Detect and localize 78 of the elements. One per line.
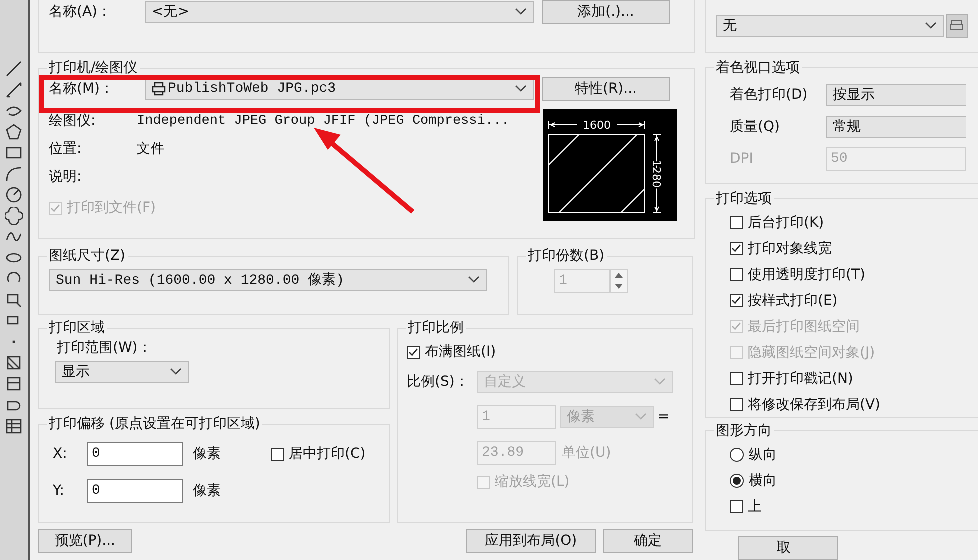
- group-title: 打印选项: [715, 190, 773, 208]
- checkbox-label: 最后打印图纸空间: [748, 318, 860, 336]
- chevron-icon: [515, 8, 527, 16]
- radio-label: 横向: [749, 472, 777, 490]
- checkbox-label: 将修改保存到布局(V): [748, 396, 881, 414]
- page-setup-dropdown[interactable]: <无>: [145, 1, 534, 23]
- group-title: 打印份数(B): [527, 247, 606, 265]
- option-dropdown[interactable]: 按显示: [826, 84, 966, 106]
- chevron-icon: [170, 368, 182, 376]
- info-label: 绘图仪:: [49, 112, 97, 130]
- spinner-arrows-icon[interactable]: [610, 269, 628, 293]
- checkbox-label: 后台打印(K): [748, 214, 824, 232]
- unit-label: 像素: [193, 482, 221, 500]
- checkbox-label: 打印到文件(F): [67, 199, 156, 217]
- group-title: 打印偏移 (原点设置在可打印区域): [48, 415, 262, 433]
- option-label: 着色打印(D): [730, 86, 809, 104]
- equals-sign: =: [658, 409, 670, 425]
- name-label: 名称(M)：: [49, 80, 116, 98]
- option-label: 质量(Q): [730, 118, 781, 136]
- radio-button[interactable]: [730, 474, 744, 488]
- info-value: 文件: [137, 140, 165, 158]
- x-offset-field[interactable]: 0: [87, 442, 183, 466]
- info-label: 位置:: [49, 140, 83, 158]
- checkbox[interactable]: [730, 372, 743, 386]
- unit-label: 单位(U): [562, 444, 612, 462]
- checkbox-label: 缩放线宽(L): [495, 473, 570, 491]
- checkbox[interactable]: [730, 216, 743, 230]
- radio-label: 纵向: [749, 446, 777, 464]
- apply-to-layout-button[interactable]: 应用到布局(O): [466, 529, 596, 553]
- plot-range-dropdown[interactable]: 显示: [55, 361, 189, 383]
- unit-label: 像素: [193, 445, 222, 463]
- edit-style-icon[interactable]: [946, 14, 968, 38]
- checkbox-label: 居中打印(C): [289, 445, 366, 463]
- name-label: 名称(A)：: [49, 3, 113, 21]
- checkbox-label: 使用透明度打印(T): [748, 266, 866, 284]
- group-title: 图纸尺寸(Z): [48, 247, 127, 265]
- preview-button[interactable]: 预览(P)...: [38, 529, 132, 553]
- checkbox[interactable]: [730, 242, 743, 256]
- checkbox-label: 按样式打印(E): [748, 292, 838, 310]
- cancel-button[interactable]: 取: [738, 536, 838, 560]
- checkbox[interactable]: [730, 268, 743, 282]
- checkbox-label: 布满图纸(I): [425, 343, 496, 361]
- info-label: 说明:: [49, 168, 83, 186]
- y-label: Y:: [53, 483, 66, 499]
- info-value: Independent JPEG Group JFIF (JPEG Compressi...: [137, 114, 510, 128]
- checkbox[interactable]: [730, 398, 743, 412]
- checkbox-label: 上: [748, 498, 762, 516]
- checkbox[interactable]: [407, 346, 420, 358]
- scale-label: 比例(S)：: [407, 373, 470, 391]
- checkbox-label: 打印对象线宽: [748, 240, 832, 258]
- printer-icon: [152, 82, 166, 96]
- chevron-icon: [654, 378, 666, 386]
- width-dimension: 1600: [583, 119, 611, 132]
- checkbox-label: 打开打印戳记(N): [748, 370, 854, 388]
- checkbox[interactable]: [271, 448, 284, 460]
- checkbox[interactable]: [730, 294, 743, 308]
- checkbox[interactable]: [730, 500, 743, 514]
- option-label: DPI: [730, 150, 754, 167]
- checkbox-label: 隐藏图纸空间对象(J): [748, 344, 876, 362]
- paper-size-dropdown[interactable]: Sun Hi-Res (1600.00 x 1280.00 像素): [49, 269, 487, 291]
- add-button[interactable]: 添加(.)...: [542, 0, 670, 24]
- radio-button[interactable]: [730, 448, 744, 462]
- option-dropdown[interactable]: 常规: [826, 116, 966, 138]
- group-title: 打印比例: [407, 319, 465, 337]
- x-label: X:: [53, 446, 68, 462]
- plot-style-dropdown[interactable]: 无: [716, 14, 944, 37]
- properties-button[interactable]: 特性(R)...: [542, 77, 670, 101]
- chevron-icon: [925, 22, 937, 30]
- group-title: 着色视口选项: [715, 58, 801, 77]
- chevron-icon: [468, 276, 480, 284]
- ok-button[interactable]: 确定: [603, 529, 693, 553]
- y-offset-field[interactable]: 0: [87, 479, 183, 503]
- group-title: 图形方向: [715, 422, 773, 440]
- chevron-icon: [515, 85, 527, 93]
- range-label: 打印范围(W)：: [57, 339, 153, 357]
- group-title: 打印机/绘图仪: [48, 59, 139, 77]
- group-title: 打印区域: [48, 319, 106, 337]
- chevron-icon: [635, 413, 647, 421]
